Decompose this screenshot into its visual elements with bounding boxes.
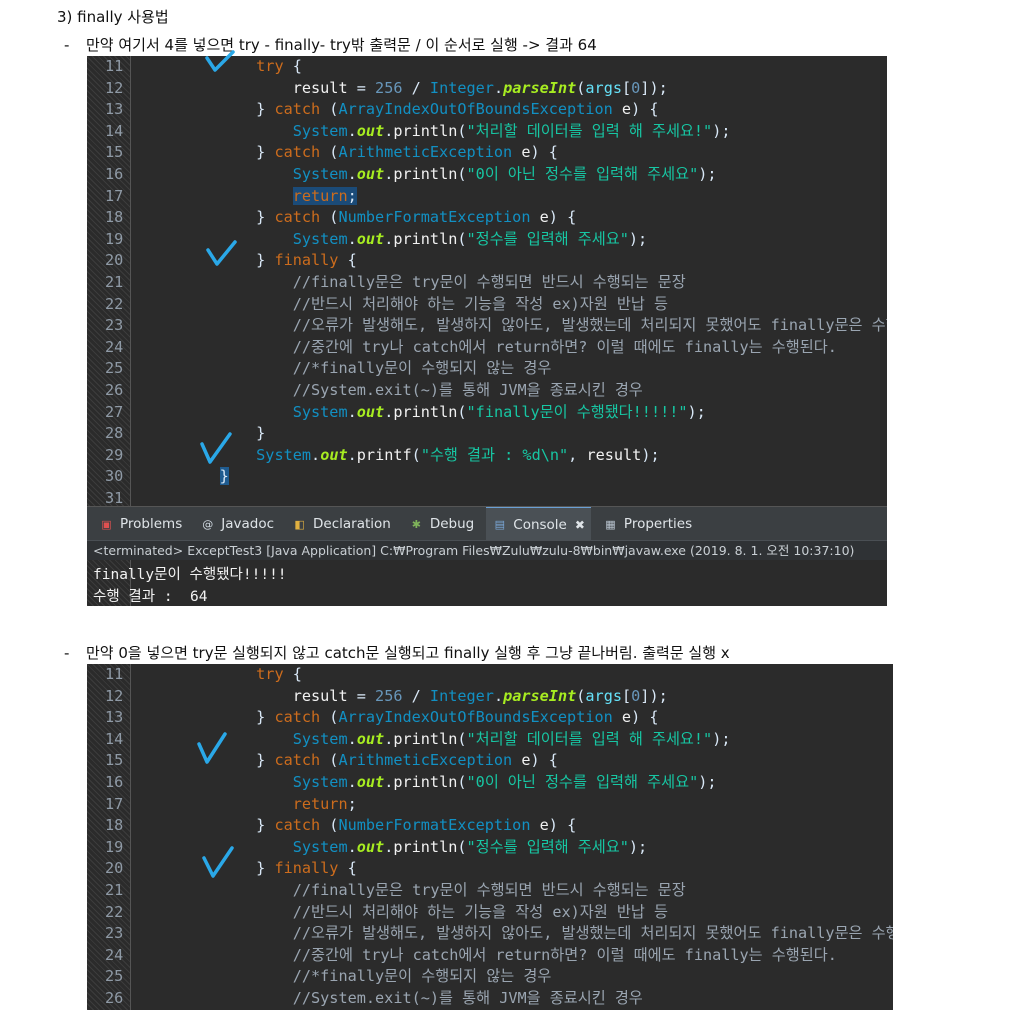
code-line[interactable]: 23 //오류가 발생해도, 발생하지 않아도, 발생했는데 처리되지 못했어도… [87, 923, 893, 945]
console-output-line: 수행 결과 : 64 [93, 589, 208, 605]
code-line[interactable]: 21 //finally문은 try문이 수행되면 반드시 수행되는 문장 [87, 272, 887, 294]
code-line[interactable]: 11 try { [87, 664, 893, 686]
bullet-2: - 만약 0을 넣으면 try문 실행되지 않고 catch문 실행되고 fina… [64, 642, 730, 663]
console-output-line: finally문이 수행됐다!!!!! [93, 567, 287, 583]
close-icon[interactable]: ✖ [575, 518, 585, 532]
checkmark-icon [197, 732, 227, 764]
bullet-1: - 만약 여기서 4를 넣으면 try - finally- try밖 출력문 /… [64, 34, 597, 55]
editor-panel-1: 11 try { 12 result = 256 / Integer.parse… [87, 56, 887, 606]
code-line[interactable]: 30 } [87, 466, 887, 488]
code-line[interactable]: 17 return; [87, 794, 893, 816]
code-line[interactable]: 18 } catch (NumberFormatException e) { [87, 207, 887, 229]
bullet-dash: - [64, 36, 70, 54]
code-line[interactable]: 26 //System.exit(~)를 통해 JVM을 종료시킨 경우 [87, 988, 893, 1010]
bullet-dash: - [64, 644, 70, 662]
checkmark-icon [205, 50, 235, 72]
problems-icon: ▣ [101, 517, 112, 531]
console-status: <terminated> ExceptTest3 [Java Applicati… [87, 540, 887, 560]
code-line[interactable]: 26 //System.exit(~)를 통해 JVM을 종료시킨 경우 [87, 380, 887, 402]
tab-console[interactable]: ▤ Console ✖ [486, 506, 591, 542]
tab-declaration[interactable]: ◧ Declaration [286, 507, 397, 541]
code-lines: 11 try { 12 result = 256 / Integer.parse… [87, 664, 893, 1010]
code-line[interactable]: 13 } catch (ArrayIndexOutOfBoundsExcepti… [87, 99, 887, 121]
properties-icon: ▦ [605, 517, 616, 531]
code-line[interactable]: 15 } catch (ArithmeticException e) { [87, 142, 887, 164]
checkmark-icon [202, 846, 234, 878]
tab-javadoc[interactable]: @ Javadoc [194, 507, 280, 541]
code-line[interactable]: 24 //중간에 try나 catch에서 return하면? 이럴 때에도 f… [87, 945, 893, 967]
editor-panel-2: 11 try { 12 result = 256 / Integer.parse… [87, 664, 893, 1010]
code-line[interactable]: 24 //중간에 try나 catch에서 return하면? 이럴 때에도 f… [87, 337, 887, 359]
code-line[interactable]: 22 //반드시 처리해야 하는 기능을 작성 ex)자원 반납 등 [87, 294, 887, 316]
javadoc-icon: @ [202, 517, 214, 531]
code-line[interactable]: 14 System.out.println("처리할 데이터를 입력 해 주세요… [87, 121, 887, 143]
checkmark-icon [200, 432, 232, 464]
code-line[interactable]: 21 //finally문은 try문이 수행되면 반드시 수행되는 문장 [87, 880, 893, 902]
code-line[interactable]: 23 //오류가 발생해도, 발생하지 않아도, 발생했는데 처리되지 못했어도… [87, 315, 887, 337]
code-line[interactable]: 16 System.out.println("0이 아닌 정수를 입력해 주세요… [87, 772, 893, 794]
bullet-1-text: 만약 여기서 4를 넣으면 try - finally- try밖 출력문 / … [86, 36, 597, 54]
code-line[interactable]: 25 //*finally문이 수행되지 않는 경우 [87, 358, 887, 380]
bullet-2-text: 만약 0을 넣으면 try문 실행되지 않고 catch문 실행되고 final… [86, 644, 730, 662]
console-icon: ▤ [494, 518, 505, 531]
checkmark-icon [206, 240, 237, 266]
section-heading: 3) finally 사용법 [57, 8, 169, 26]
tab-properties[interactable]: ▦ Properties [597, 507, 698, 541]
code-line[interactable]: 22 //반드시 처리해야 하는 기능을 작성 ex)자원 반납 등 [87, 902, 893, 924]
code-line[interactable]: 12 result = 256 / Integer.parseInt(args[… [87, 686, 893, 708]
code-line[interactable]: 12 result = 256 / Integer.parseInt(args[… [87, 78, 887, 100]
code-line[interactable]: 13 } catch (ArrayIndexOutOfBoundsExcepti… [87, 707, 893, 729]
code-line[interactable]: 18 } catch (NumberFormatException e) { [87, 815, 893, 837]
code-line[interactable]: 27 System.out.println("finally문이 수행됐다!!!… [87, 402, 887, 424]
tab-problems[interactable]: ▣ Problems [93, 507, 188, 541]
code-line[interactable]: 17 return; [87, 186, 887, 208]
tab-debug[interactable]: ✱ Debug [403, 507, 480, 541]
code-line[interactable]: 25 //*finally문이 수행되지 않는 경우 [87, 966, 893, 988]
debug-icon: ✱ [411, 517, 421, 531]
view-tabs: ▣ Problems @ Javadoc ◧ Declaration ✱ Debug ▤… [87, 506, 887, 542]
declaration-icon: ◧ [294, 517, 305, 531]
code-line[interactable]: 16 System.out.println("0이 아닌 정수를 입력해 주세요… [87, 164, 887, 186]
